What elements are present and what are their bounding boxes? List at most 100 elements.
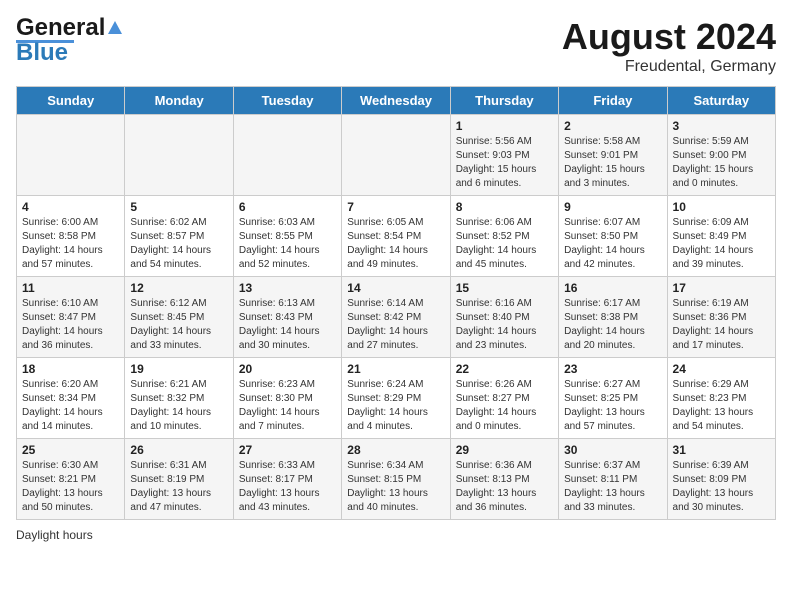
day-info: Sunrise: 6:02 AM Sunset: 8:57 PM Dayligh… <box>130 216 227 272</box>
title-block: August 2024 Freudental, Germany <box>562 16 776 76</box>
calendar-cell <box>233 115 341 196</box>
footer-text: Daylight hours <box>16 528 93 542</box>
logo-arrow-icon <box>108 21 122 34</box>
day-header-friday: Friday <box>559 87 667 115</box>
day-number: 27 <box>239 443 336 457</box>
day-header-saturday: Saturday <box>667 87 775 115</box>
day-number: 4 <box>22 200 119 214</box>
day-number: 21 <box>347 362 444 376</box>
calendar-cell: 11Sunrise: 6:10 AM Sunset: 8:47 PM Dayli… <box>17 277 125 358</box>
calendar-cell: 13 Sunrise: 6:13 AM Sunset: 8:43 PM Dayli… <box>233 277 341 358</box>
calendar-cell: 8 Sunrise: 6:06 AM Sunset: 8:52 PM Daylig… <box>450 196 558 277</box>
page-subtitle: Freudental, Germany <box>562 58 776 76</box>
day-number: 6 <box>239 200 336 214</box>
day-number: 19 <box>130 362 227 376</box>
day-info: Sunrise: 6:12 AM Sunset: 8:45 PM Dayligh… <box>130 297 227 353</box>
week-row-5: 25 Sunrise: 6:30 AM Sunset: 8:21 PM Dayli… <box>17 439 776 520</box>
calendar-cell: 23Sunrise: 6:27 AM Sunset: 8:25 PM Dayli… <box>559 358 667 439</box>
day-header-sunday: Sunday <box>17 87 125 115</box>
calendar-cell: 27 Sunrise: 6:33 AM Sunset: 8:17 PM Dayli… <box>233 439 341 520</box>
day-info: Sunrise: 6:13 AM Sunset: 8:43 PM Dayligh… <box>239 297 336 353</box>
day-number: 26 <box>130 443 227 457</box>
day-number: 20 <box>239 362 336 376</box>
day-info: Sunrise: 6:26 AM Sunset: 8:27 PM Dayligh… <box>456 378 553 434</box>
day-number: 28 <box>347 443 444 457</box>
calendar-cell: 30Sunrise: 6:37 AM Sunset: 8:11 PM Dayli… <box>559 439 667 520</box>
calendar-cell: 12 Sunrise: 6:12 AM Sunset: 8:45 PM Dayli… <box>125 277 233 358</box>
day-number: 31 <box>673 443 770 457</box>
day-number: 13 <box>239 281 336 295</box>
calendar-cell: 2Sunrise: 5:58 AM Sunset: 9:01 PM Daylig… <box>559 115 667 196</box>
day-number: 5 <box>130 200 227 214</box>
day-number: 18 <box>22 362 119 376</box>
day-header-tuesday: Tuesday <box>233 87 341 115</box>
logo: General Blue <box>16 16 122 67</box>
calendar-cell: 29 Sunrise: 6:36 AM Sunset: 8:13 PM Dayli… <box>450 439 558 520</box>
day-number: 10 <box>673 200 770 214</box>
day-header-wednesday: Wednesday <box>342 87 450 115</box>
day-number: 3 <box>673 119 770 133</box>
day-number: 14 <box>347 281 444 295</box>
day-number: 11 <box>22 281 119 295</box>
day-number: 25 <box>22 443 119 457</box>
day-info: Sunrise: 6:05 AM Sunset: 8:54 PM Dayligh… <box>347 216 444 272</box>
day-number: 16 <box>564 281 661 295</box>
day-info: Sunrise: 6:30 AM Sunset: 8:21 PM Dayligh… <box>22 459 119 515</box>
day-number: 7 <box>347 200 444 214</box>
day-number: 29 <box>456 443 553 457</box>
calendar-cell <box>125 115 233 196</box>
day-number: 24 <box>673 362 770 376</box>
calendar-cell: 16 Sunrise: 6:17 AM Sunset: 8:38 PM Dayli… <box>559 277 667 358</box>
day-info: Sunrise: 6:39 AM Sunset: 8:09 PM Dayligh… <box>673 459 770 515</box>
calendar-table: SundayMondayTuesdayWednesdayThursdayFrid… <box>16 86 776 520</box>
calendar-cell: 20 Sunrise: 6:23 AM Sunset: 8:30 PM Dayli… <box>233 358 341 439</box>
footer: Daylight hours <box>16 528 776 542</box>
calendar-cell: 21 Sunrise: 6:24 AM Sunset: 8:29 PM Dayli… <box>342 358 450 439</box>
calendar-cell: 6 Sunrise: 6:03 AM Sunset: 8:55 PM Daylig… <box>233 196 341 277</box>
calendar-cell: 5 Sunrise: 6:02 AM Sunset: 8:57 PM Daylig… <box>125 196 233 277</box>
day-info: Sunrise: 6:00 AM Sunset: 8:58 PM Dayligh… <box>22 216 119 272</box>
calendar-cell: 3 Sunrise: 5:59 AM Sunset: 9:00 PM Daylig… <box>667 115 775 196</box>
calendar-cell: 15Sunrise: 6:16 AM Sunset: 8:40 PM Dayli… <box>450 277 558 358</box>
calendar-cell: 14 Sunrise: 6:14 AM Sunset: 8:42 PM Dayli… <box>342 277 450 358</box>
day-number: 17 <box>673 281 770 295</box>
day-number: 8 <box>456 200 553 214</box>
day-info: Sunrise: 6:09 AM Sunset: 8:49 PM Dayligh… <box>673 216 770 272</box>
page-title: August 2024 <box>562 16 776 58</box>
header-row: SundayMondayTuesdayWednesdayThursdayFrid… <box>17 87 776 115</box>
calendar-cell: 25 Sunrise: 6:30 AM Sunset: 8:21 PM Dayli… <box>17 439 125 520</box>
logo-blue: Blue <box>16 39 68 67</box>
day-info: Sunrise: 6:07 AM Sunset: 8:50 PM Dayligh… <box>564 216 661 272</box>
page-header: General Blue August 2024 Freudental, Ger… <box>16 16 776 76</box>
day-number: 30 <box>564 443 661 457</box>
day-info: Sunrise: 6:16 AM Sunset: 8:40 PM Dayligh… <box>456 297 553 353</box>
day-info: Sunrise: 6:23 AM Sunset: 8:30 PM Dayligh… <box>239 378 336 434</box>
calendar-cell: 10 Sunrise: 6:09 AM Sunset: 8:49 PM Dayli… <box>667 196 775 277</box>
week-row-1: 1Sunrise: 5:56 AM Sunset: 9:03 PM Daylig… <box>17 115 776 196</box>
day-info: Sunrise: 6:03 AM Sunset: 8:55 PM Dayligh… <box>239 216 336 272</box>
calendar-cell: 1Sunrise: 5:56 AM Sunset: 9:03 PM Daylig… <box>450 115 558 196</box>
day-number: 12 <box>130 281 227 295</box>
week-row-3: 11Sunrise: 6:10 AM Sunset: 8:47 PM Dayli… <box>17 277 776 358</box>
day-number: 9 <box>564 200 661 214</box>
calendar-cell: 7 Sunrise: 6:05 AM Sunset: 8:54 PM Daylig… <box>342 196 450 277</box>
week-row-4: 18 Sunrise: 6:20 AM Sunset: 8:34 PM Dayli… <box>17 358 776 439</box>
day-header-monday: Monday <box>125 87 233 115</box>
day-info: Sunrise: 6:06 AM Sunset: 8:52 PM Dayligh… <box>456 216 553 272</box>
day-info: Sunrise: 6:17 AM Sunset: 8:38 PM Dayligh… <box>564 297 661 353</box>
calendar-cell: 31 Sunrise: 6:39 AM Sunset: 8:09 PM Dayli… <box>667 439 775 520</box>
day-info: Sunrise: 6:14 AM Sunset: 8:42 PM Dayligh… <box>347 297 444 353</box>
calendar-cell: 9 Sunrise: 6:07 AM Sunset: 8:50 PM Daylig… <box>559 196 667 277</box>
day-number: 22 <box>456 362 553 376</box>
calendar-cell: 26 Sunrise: 6:31 AM Sunset: 8:19 PM Dayli… <box>125 439 233 520</box>
day-info: Sunrise: 6:33 AM Sunset: 8:17 PM Dayligh… <box>239 459 336 515</box>
day-info: Sunrise: 6:36 AM Sunset: 8:13 PM Dayligh… <box>456 459 553 515</box>
day-info: Sunrise: 6:24 AM Sunset: 8:29 PM Dayligh… <box>347 378 444 434</box>
day-info: Sunrise: 6:20 AM Sunset: 8:34 PM Dayligh… <box>22 378 119 434</box>
calendar-cell: 22 Sunrise: 6:26 AM Sunset: 8:27 PM Dayli… <box>450 358 558 439</box>
day-header-thursday: Thursday <box>450 87 558 115</box>
day-info: Sunrise: 6:31 AM Sunset: 8:19 PM Dayligh… <box>130 459 227 515</box>
week-row-2: 4 Sunrise: 6:00 AM Sunset: 8:58 PM Daylig… <box>17 196 776 277</box>
day-info: Sunrise: 5:59 AM Sunset: 9:00 PM Dayligh… <box>673 135 770 191</box>
day-number: 1 <box>456 119 553 133</box>
